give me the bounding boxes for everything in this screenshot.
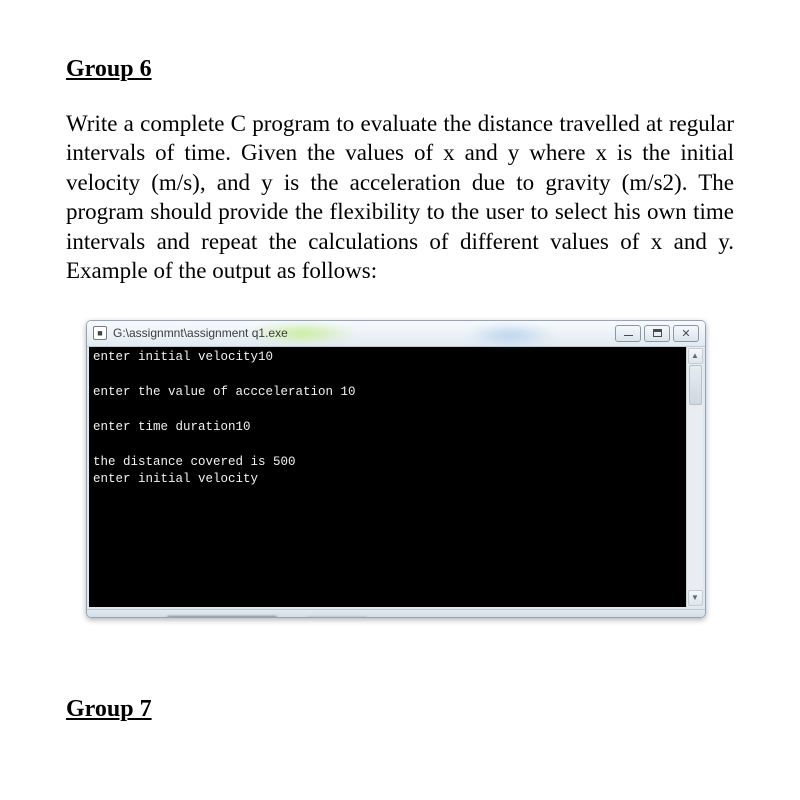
maximize-button[interactable]: [644, 325, 670, 342]
taskbar-shadow-icon: [307, 617, 367, 618]
taskbar-shadow-icon: [167, 616, 277, 618]
scroll-up-arrow-icon[interactable]: ▲: [688, 348, 703, 364]
titlebar-highlight: [465, 325, 555, 345]
scroll-thumb[interactable]: [689, 365, 702, 405]
console-client-area: enter initial velocity10 enter the value…: [87, 347, 705, 609]
console-output: enter initial velocity10 enter the value…: [89, 347, 686, 607]
console-window: ■ G:\assignmnt\assignment q1.exe ✕ enter…: [86, 320, 706, 618]
minimize-button[interactable]: [615, 325, 641, 342]
window-bottom-frame: [87, 609, 705, 617]
heading-group7: Group 7: [66, 696, 734, 723]
scroll-down-arrow-icon[interactable]: ▼: [688, 590, 703, 606]
close-button[interactable]: ✕: [673, 325, 699, 342]
app-icon: ■: [93, 326, 107, 340]
heading-group6: Group 6: [66, 56, 734, 83]
problem-statement: Write a complete C program to evaluate t…: [66, 109, 734, 286]
vertical-scrollbar[interactable]: ▲ ▼: [686, 347, 703, 607]
window-titlebar: ■ G:\assignmnt\assignment q1.exe ✕: [87, 321, 705, 347]
window-controls: ✕: [615, 325, 699, 342]
scroll-track[interactable]: [687, 405, 703, 589]
window-title: G:\assignmnt\assignment q1.exe: [113, 326, 288, 340]
